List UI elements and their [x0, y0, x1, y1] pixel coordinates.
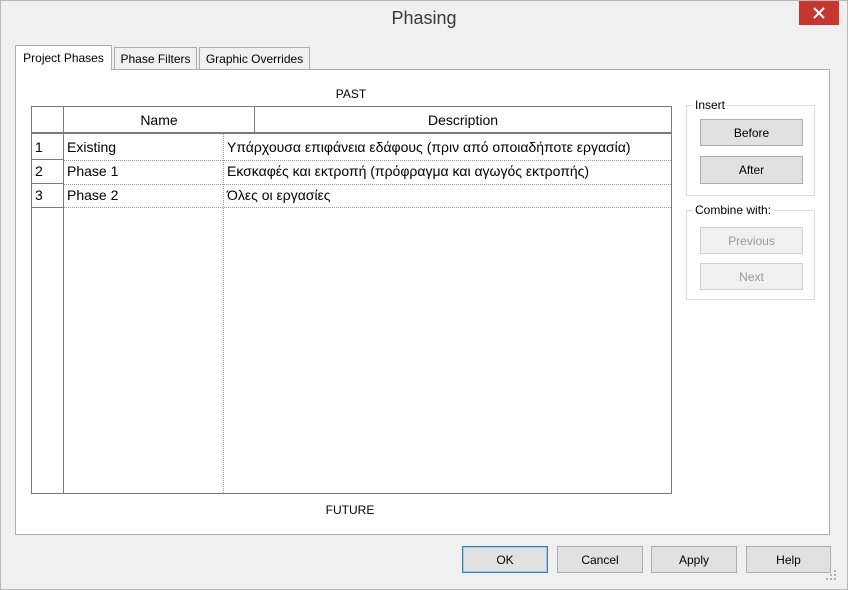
resize-grip-icon[interactable] — [824, 568, 838, 582]
table-cell-name[interactable]: Existing — [64, 136, 223, 160]
tab-label: Project Phases — [23, 51, 104, 65]
row-number[interactable]: 2 — [32, 160, 63, 184]
combine-group-label: Combine with: — [693, 203, 774, 217]
column-header-description[interactable]: Description — [255, 107, 671, 134]
insert-group-label: Insert — [693, 98, 728, 112]
tab-phase-filters[interactable]: Phase Filters — [114, 47, 197, 70]
table-cell-description[interactable]: Υπάρχουσα επιφάνεια εδάφους (πριν από οπ… — [224, 136, 671, 160]
corner-header — [32, 107, 64, 134]
past-label: PAST — [335, 87, 367, 101]
insert-before-button[interactable]: Before — [700, 119, 803, 146]
table-cell-description[interactable]: Όλες οι εργασίες — [224, 184, 671, 208]
window-title: Phasing — [391, 8, 457, 28]
title-bar: Phasing — [1, 1, 847, 39]
tab-project-phases[interactable]: Project Phases — [15, 45, 112, 70]
combine-next-button[interactable]: Next — [700, 263, 803, 290]
phases-table: Name Description 1 Existing Υπάρχουσα επ… — [31, 106, 672, 494]
ok-button[interactable]: OK — [462, 546, 548, 573]
row-number[interactable]: 3 — [32, 184, 63, 208]
tab-label: Graphic Overrides — [205, 51, 304, 66]
insert-after-button[interactable]: After — [700, 156, 803, 184]
combine-previous-button[interactable]: Previous — [700, 227, 803, 254]
table-cell-name[interactable]: Phase 2 — [64, 184, 223, 208]
close-button[interactable] — [799, 1, 839, 25]
future-label: FUTURE — [325, 503, 375, 517]
close-icon — [813, 7, 825, 19]
help-button[interactable]: Help — [746, 546, 831, 573]
table-cell-description[interactable]: Εκσκαφές και εκτροπή (πρόφραγμα και αγωγ… — [224, 160, 671, 184]
row-number[interactable]: 1 — [32, 136, 63, 160]
table-cell-name[interactable]: Phase 1 — [64, 160, 223, 184]
row-divider — [64, 207, 671, 208]
phasing-dialog: Phasing Project Phases Phase Filters Gra… — [0, 0, 848, 590]
column-header-name[interactable]: Name — [64, 107, 255, 134]
tab-label: Phase Filters — [120, 51, 191, 66]
apply-button[interactable]: Apply — [651, 546, 737, 573]
tab-graphic-overrides[interactable]: Graphic Overrides — [199, 47, 310, 70]
cancel-button[interactable]: Cancel — [557, 546, 643, 573]
